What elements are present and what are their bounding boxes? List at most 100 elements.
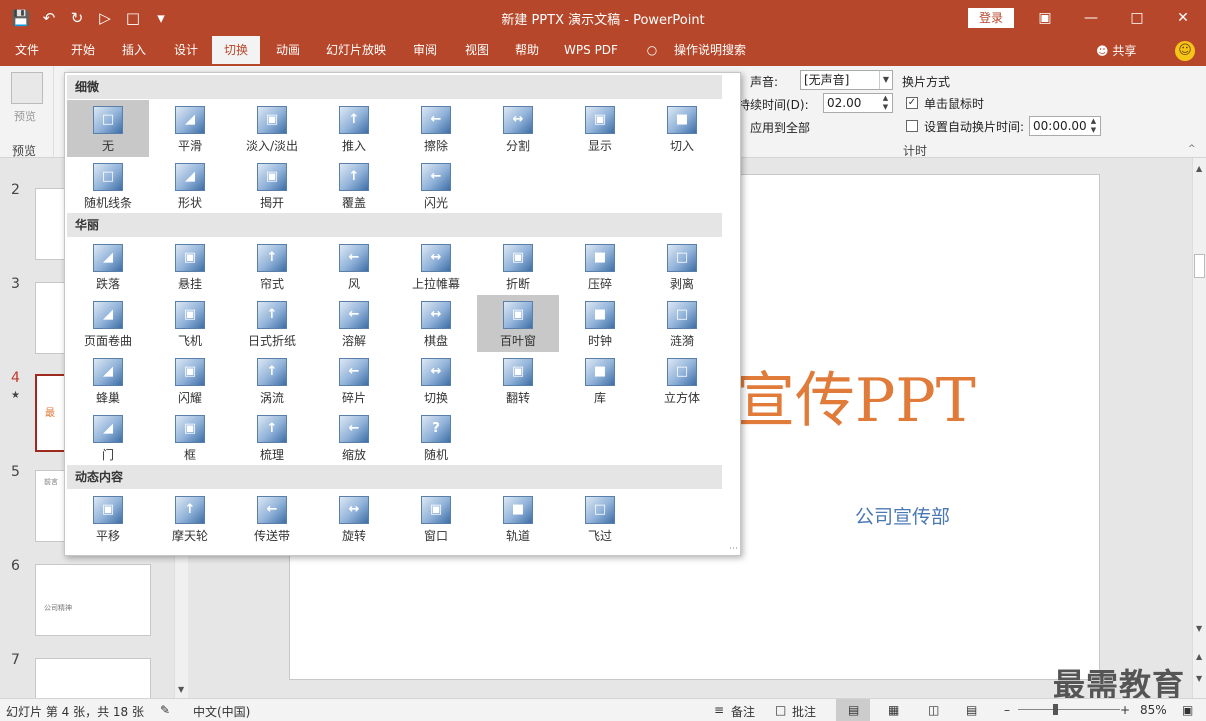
new-icon[interactable]: □ (122, 6, 144, 30)
redo-icon[interactable]: ↻ (66, 6, 88, 30)
more-icon[interactable]: ▾ (150, 6, 172, 30)
duration-spinner[interactable]: ▲ ▼ (879, 94, 892, 112)
transition-option[interactable]: ◢ 形状 (149, 157, 231, 214)
preview-icon[interactable] (11, 72, 43, 104)
transition-option[interactable]: ◢ 门 (67, 409, 149, 466)
transition-option[interactable]: ■ 压碎 (559, 238, 641, 295)
slide-sorter-icon[interactable]: ▦ (888, 703, 899, 717)
tell-me-search[interactable]: 操作说明搜索 (668, 36, 752, 66)
auto-time-spinner[interactable]: ▲ ▼ (1087, 117, 1100, 135)
duration-input[interactable]: 02.00 ▲ ▼ (823, 93, 893, 113)
share-button[interactable]: ☻ 共享 (1096, 36, 1136, 66)
transition-option[interactable]: ▣ 平移 (67, 490, 149, 547)
transition-option[interactable]: ▣ 显示 (559, 100, 641, 157)
auto-after-checkbox[interactable] (906, 120, 918, 132)
on-click-checkbox[interactable]: ✓ (906, 97, 918, 109)
transition-option[interactable]: ■ 轨道 (477, 490, 559, 547)
transition-option[interactable]: □ 剥离 (641, 238, 723, 295)
tab-design[interactable]: 设计 (164, 36, 208, 66)
scroll-down-icon[interactable]: ▼ (178, 685, 184, 694)
login-button[interactable]: 登录 (968, 8, 1014, 28)
tab-slideshow[interactable]: 幻灯片放映 (318, 36, 394, 66)
transition-option[interactable]: ← 闪光 (395, 157, 477, 214)
transition-option[interactable]: ↑ 推入 (313, 100, 395, 157)
transition-option[interactable]: □ 飞过 (559, 490, 641, 547)
transition-option[interactable]: ▣ 百叶窗 (477, 295, 559, 352)
smiley-icon[interactable]: ☺ (1175, 41, 1195, 61)
apply-to-all-button[interactable]: 应用到全部 (750, 119, 810, 136)
transition-option[interactable]: □ 随机线条 (67, 157, 149, 214)
transition-option[interactable]: ▣ 飞机 (149, 295, 231, 352)
comments-button[interactable]: 批注 (792, 703, 816, 720)
zoom-in-icon[interactable]: + (1120, 703, 1130, 717)
scroll-thumb[interactable] (1194, 254, 1205, 278)
fit-to-window-icon[interactable]: ▣ (1182, 703, 1193, 717)
transition-option[interactable]: ▣ 翻转 (477, 352, 559, 409)
transition-option[interactable]: ↔ 上拉帷幕 (395, 238, 477, 295)
transition-option[interactable]: ■ 切入 (641, 100, 723, 157)
transition-option[interactable]: ← 溶解 (313, 295, 395, 352)
transition-option[interactable]: ↑ 涡流 (231, 352, 313, 409)
transition-option[interactable]: ← 风 (313, 238, 395, 295)
transition-option[interactable]: ▣ 闪耀 (149, 352, 231, 409)
transition-option[interactable]: ↑ 日式折纸 (231, 295, 313, 352)
transition-option[interactable]: ↑ 摩天轮 (149, 490, 231, 547)
tab-review[interactable]: 审阅 (404, 36, 446, 66)
transition-option[interactable]: ▣ 窗口 (395, 490, 477, 547)
slide-title[interactable]: 宣传PPT (735, 352, 976, 439)
transition-option[interactable]: ◢ 蜂巢 (67, 352, 149, 409)
save-icon[interactable]: 💾 (10, 6, 32, 30)
language-indicator[interactable]: 中文(中国) (193, 703, 250, 720)
zoom-out-icon[interactable]: – (1004, 703, 1010, 717)
tab-view[interactable]: 视图 (456, 36, 498, 66)
tab-transitions[interactable]: 切换 (212, 36, 260, 66)
tab-help[interactable]: 帮助 (506, 36, 548, 66)
slide-thumbnail[interactable] (35, 658, 151, 698)
transition-option[interactable]: ← 碎片 (313, 352, 395, 409)
zoom-level[interactable]: 85% (1140, 703, 1167, 717)
auto-time-input[interactable]: 00:00.00 ▲ ▼ (1029, 116, 1101, 136)
scroll-down-icon[interactable]: ▼ (1196, 624, 1202, 633)
comments-icon[interactable]: □ (775, 703, 786, 717)
notes-button[interactable]: 备注 (731, 703, 755, 720)
transition-option[interactable]: ? 随机 (395, 409, 477, 466)
prev-slide-icon[interactable]: ▲ (1196, 652, 1202, 661)
collapse-ribbon-icon[interactable]: ^ (1188, 144, 1196, 154)
transition-option[interactable]: ◢ 页面卷曲 (67, 295, 149, 352)
transition-option[interactable]: □ 涟漪 (641, 295, 723, 352)
close-icon[interactable]: ✕ (1160, 0, 1206, 36)
sound-select[interactable]: [无声音] ▼ (800, 70, 893, 90)
transition-option[interactable]: ◢ 跌落 (67, 238, 149, 295)
transition-option[interactable]: ↑ 覆盖 (313, 157, 395, 214)
transition-option[interactable]: □ 无 (67, 100, 149, 157)
transition-option[interactable]: □ 立方体 (641, 352, 723, 409)
zoom-slider-thumb[interactable] (1053, 704, 1058, 715)
maximize-icon[interactable]: □ (1114, 0, 1160, 36)
transition-option[interactable]: ■ 时钟 (559, 295, 641, 352)
transition-option[interactable]: ↔ 分割 (477, 100, 559, 157)
transition-option[interactable]: ← 传送带 (231, 490, 313, 547)
tab-wps-pdf[interactable]: WPS PDF (558, 36, 624, 66)
slideshow-icon[interactable]: ▤ (966, 703, 977, 717)
transition-option[interactable]: ▣ 折断 (477, 238, 559, 295)
transition-option[interactable]: ↑ 梳理 (231, 409, 313, 466)
scroll-up-icon[interactable]: ▲ (1196, 164, 1202, 173)
transition-option[interactable]: ■ 库 (559, 352, 641, 409)
next-slide-icon[interactable]: ▼ (1196, 674, 1202, 683)
tab-animations[interactable]: 动画 (266, 36, 310, 66)
transition-option[interactable]: ◢ 平滑 (149, 100, 231, 157)
minimize-icon[interactable]: — (1068, 0, 1114, 36)
chevron-down-icon[interactable]: ▼ (879, 71, 892, 89)
resize-grip-icon[interactable]: ⋯ (729, 544, 738, 554)
transition-option[interactable]: ↑ 帘式 (231, 238, 313, 295)
notes-icon[interactable]: ≡ (714, 703, 724, 717)
transition-option[interactable]: ← 擦除 (395, 100, 477, 157)
transition-option[interactable]: ↔ 切换 (395, 352, 477, 409)
ribbon-display-icon[interactable]: ▣ (1022, 0, 1068, 36)
present-icon[interactable]: ▷ (94, 6, 116, 30)
zoom-slider[interactable] (1018, 709, 1120, 710)
slide-subtitle[interactable]: 公司宣传部 (855, 502, 950, 529)
transition-option[interactable]: ▣ 淡入/淡出 (231, 100, 313, 157)
slide-scrollbar[interactable]: ▲ ▼ ▲ ▼ (1192, 158, 1206, 698)
transition-option[interactable]: ▣ 悬挂 (149, 238, 231, 295)
